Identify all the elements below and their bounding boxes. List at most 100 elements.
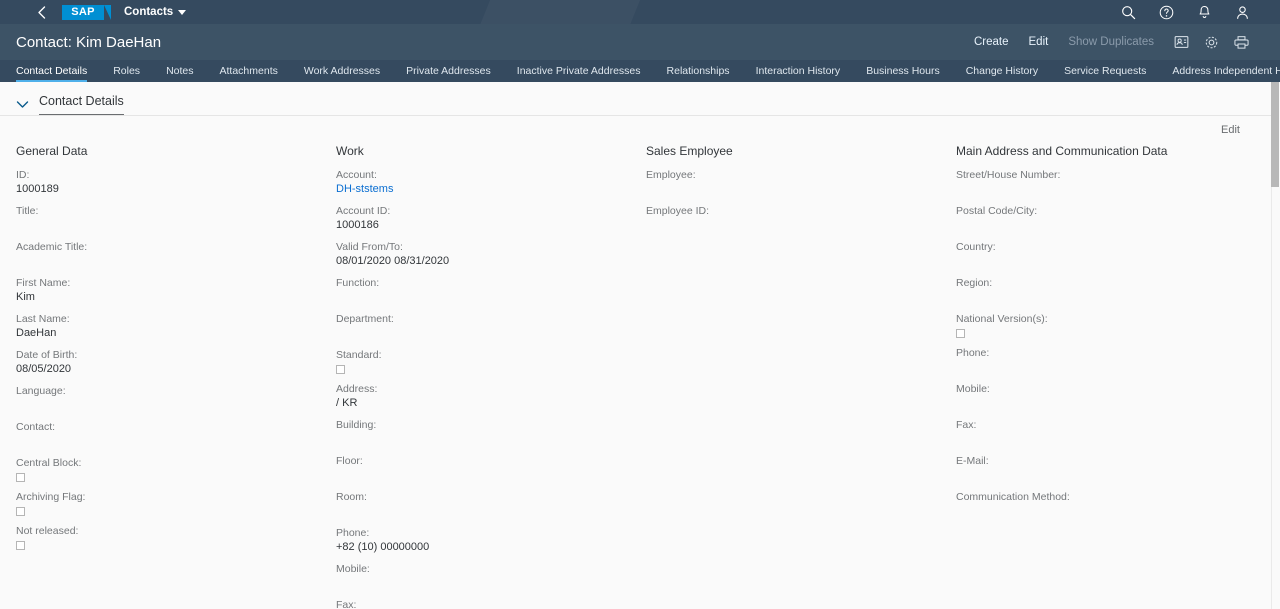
tab-contact-details[interactable]: Contact Details xyxy=(0,60,100,82)
field-value xyxy=(956,468,1270,482)
tab-business-hours[interactable]: Business Hours xyxy=(853,60,953,82)
field-floor: Floor: xyxy=(336,455,630,482)
not-released-checkbox[interactable] xyxy=(16,541,25,550)
help-icon[interactable] xyxy=(1158,4,1174,20)
create-button[interactable]: Create xyxy=(964,36,1019,48)
tab-interaction-history[interactable]: Interaction History xyxy=(743,60,854,82)
contact-card-icon[interactable] xyxy=(1168,31,1194,53)
field-value: 1000186 xyxy=(336,219,379,231)
column-title: Work xyxy=(336,144,364,158)
section-collapse-toggle[interactable] xyxy=(16,100,29,109)
field-building: Building: xyxy=(336,419,630,446)
scrollbar-thumb[interactable] xyxy=(1271,82,1279,187)
field-label: Department: xyxy=(336,313,394,325)
column-title: Main Address and Communication Data xyxy=(956,144,1168,158)
field-label: Contact: xyxy=(16,421,56,433)
field-label: Central Block: xyxy=(16,457,82,469)
vertical-scrollbar[interactable] xyxy=(1271,82,1280,609)
bell-icon[interactable] xyxy=(1196,4,1212,20)
field-value xyxy=(956,182,1270,196)
field-main-fax: Fax: xyxy=(956,419,1270,446)
app-title-menu[interactable]: Contacts xyxy=(124,6,187,18)
field-value: 1000189 xyxy=(16,183,59,195)
contact-details-section-header: Contact Details xyxy=(0,82,1280,115)
field-mobile: Mobile: xyxy=(336,563,630,590)
account-link[interactable]: DH-ststems xyxy=(336,182,630,196)
tab-relationships[interactable]: Relationships xyxy=(654,60,743,82)
field-value: 08/01/2020 08/31/2020 xyxy=(336,255,450,267)
sap-logo[interactable]: SAP xyxy=(62,4,111,20)
field-label: Employee ID: xyxy=(646,205,710,217)
tab-notes[interactable]: Notes xyxy=(153,60,206,82)
tab-attachments[interactable]: Attachments xyxy=(207,60,291,82)
standard-checkbox[interactable] xyxy=(336,365,345,374)
field-main-email: E-Mail: xyxy=(956,455,1270,482)
field-employee-id: Employee ID: xyxy=(646,205,940,232)
column-title: General Data xyxy=(16,144,88,158)
field-label: Employee: xyxy=(646,169,696,181)
field-value xyxy=(646,218,940,232)
field-value: Kim xyxy=(16,291,35,303)
field-function: Function: xyxy=(336,277,630,304)
field-value xyxy=(956,396,1270,410)
form-columns: General Data ID: 1000189 Title: Academic… xyxy=(0,136,1280,609)
field-label: Title: xyxy=(16,205,39,217)
gear-icon[interactable] xyxy=(1198,31,1224,53)
tab-address-independent-homepage[interactable]: Address Independent Homepage xyxy=(1159,60,1280,82)
field-label: Building: xyxy=(336,419,377,431)
tab-work-addresses[interactable]: Work Addresses xyxy=(291,60,393,82)
edit-button[interactable]: Edit xyxy=(1019,36,1059,48)
search-icon[interactable] xyxy=(1120,4,1136,20)
field-value xyxy=(646,182,940,196)
shell-bar-actions xyxy=(1120,4,1280,20)
field-label: Not released: xyxy=(16,525,79,537)
field-date-of-birth: Date of Birth: 08/05/2020 xyxy=(16,349,320,376)
field-title: Title: xyxy=(16,205,320,232)
field-first-name: First Name: Kim xyxy=(16,277,320,304)
field-value xyxy=(336,504,630,518)
back-navigation-icon[interactable] xyxy=(28,0,54,24)
field-value: 08/05/2020 xyxy=(16,363,72,375)
field-central-block: Central Block: xyxy=(16,457,320,482)
field-label: Address: xyxy=(336,383,378,395)
tab-change-history[interactable]: Change History xyxy=(953,60,1051,82)
field-label: Mobile: xyxy=(956,383,990,395)
field-fax: Fax: +82 (32) 00000000 xyxy=(336,599,630,609)
object-page-header: Contact: Kim DaeHan Create Edit Show Dup… xyxy=(0,24,1280,60)
tab-inactive-private-addresses[interactable]: Inactive Private Addresses xyxy=(504,60,654,82)
field-label: National Version(s): xyxy=(956,313,1048,325)
field-value xyxy=(336,432,630,446)
field-language: Language: xyxy=(16,385,320,412)
field-label: ID: xyxy=(16,169,30,181)
archiving-flag-checkbox[interactable] xyxy=(16,507,25,516)
field-value: / KR xyxy=(336,397,358,409)
field-label: Street/House Number: xyxy=(956,169,1061,181)
show-duplicates-button: Show Duplicates xyxy=(1068,36,1154,48)
field-value xyxy=(16,398,320,412)
field-archiving-flag: Archiving Flag: xyxy=(16,491,320,516)
chevron-down-icon xyxy=(16,101,29,108)
field-postal-code-city: Postal Code/City: xyxy=(956,205,1270,232)
user-icon[interactable] xyxy=(1234,4,1250,20)
object-header-actions: Create Edit Show Duplicates xyxy=(964,31,1280,53)
sap-logo-text: SAP xyxy=(71,6,95,18)
field-label: Standard: xyxy=(336,349,382,361)
central-block-checkbox[interactable] xyxy=(16,473,25,482)
tab-service-requests[interactable]: Service Requests xyxy=(1051,60,1159,82)
field-value xyxy=(16,254,320,268)
chevron-left-icon xyxy=(37,5,45,19)
form-column-general-data: General Data ID: 1000189 Title: Academic… xyxy=(0,144,320,609)
field-label: Language: xyxy=(16,385,66,397)
field-label: Mobile: xyxy=(336,563,370,575)
tab-roles[interactable]: Roles xyxy=(100,60,153,82)
field-country: Country: xyxy=(956,241,1270,268)
panel-edit-button[interactable]: Edit xyxy=(1221,124,1240,136)
field-label: Fax: xyxy=(956,419,977,431)
printer-icon[interactable] xyxy=(1228,31,1254,53)
field-address: Address: / KR xyxy=(336,383,630,410)
tab-private-addresses[interactable]: Private Addresses xyxy=(393,60,504,82)
field-label: Country: xyxy=(956,241,996,253)
field-room: Room: xyxy=(336,491,630,518)
field-account-id: Account ID: 1000186 xyxy=(336,205,630,232)
national-versions-checkbox[interactable] xyxy=(956,329,965,338)
